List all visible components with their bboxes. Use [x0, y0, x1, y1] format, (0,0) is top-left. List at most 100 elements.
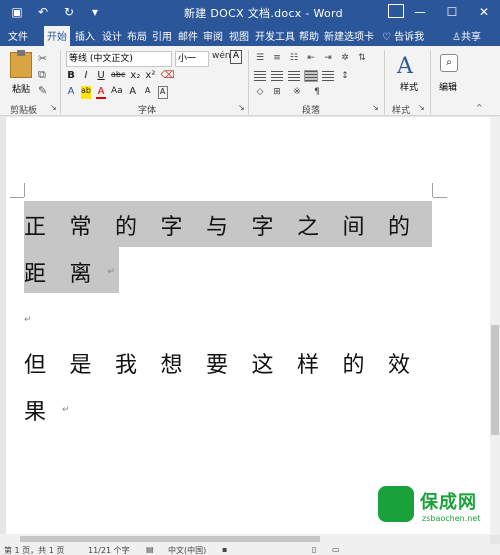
- char: 之: [297, 215, 320, 240]
- increase-indent-icon[interactable]: ⇥: [322, 53, 334, 63]
- text-line-3[interactable]: 但 是 我 想 要 这 样 的 效: [24, 347, 412, 379]
- crop-mark: [433, 197, 447, 198]
- text-line-4[interactable]: 果 ↵: [24, 394, 70, 426]
- styles-button-label[interactable]: 样式: [400, 80, 418, 93]
- tab-layout[interactable]: 布局: [127, 28, 147, 43]
- subscript-button[interactable]: x₂: [130, 70, 140, 81]
- change-case-button[interactable]: Aa: [111, 86, 123, 99]
- font-size-combo[interactable]: 小一: [175, 51, 209, 67]
- text-effects-button[interactable]: A: [66, 86, 76, 99]
- proofing-icon[interactable]: ▤: [146, 545, 154, 554]
- chinese-layout-icon[interactable]: ✲: [339, 53, 351, 63]
- clipboard-group-label: 剪贴板: [10, 106, 38, 116]
- font-launcher-icon[interactable]: ↘: [238, 103, 245, 112]
- enclose-characters-button[interactable]: A: [157, 86, 168, 99]
- shading-icon[interactable]: ◇: [254, 87, 266, 97]
- character-border-icon[interactable]: A: [230, 50, 242, 64]
- sort-icon[interactable]: ⇅: [356, 53, 368, 63]
- tab-insert[interactable]: 插入: [75, 28, 95, 43]
- tab-home[interactable]: 开始: [44, 26, 70, 46]
- customize-qat-button[interactable]: ▾: [88, 4, 102, 20]
- styles-icon[interactable]: A: [397, 54, 413, 79]
- format-painter-icon[interactable]: ✎: [38, 84, 47, 97]
- language-status[interactable]: 中文(中国): [168, 545, 206, 555]
- copy-icon[interactable]: ⧉: [38, 68, 46, 82]
- multilevel-list-icon[interactable]: ☷: [288, 53, 300, 63]
- tab-mailings[interactable]: 邮件: [178, 28, 198, 43]
- bold-button[interactable]: B: [66, 70, 76, 81]
- horizontal-scrollbar[interactable]: [0, 534, 490, 544]
- undo-icon[interactable]: ↶: [36, 4, 50, 20]
- tab-new-tab[interactable]: 新建选项卡: [324, 28, 374, 43]
- editing-button-label[interactable]: 编辑: [439, 80, 457, 93]
- vertical-scrollbar[interactable]: [490, 117, 500, 535]
- shrink-font-button[interactable]: A: [143, 86, 153, 99]
- redo-icon[interactable]: ↻: [62, 4, 76, 20]
- share-button[interactable]: ♙共享: [452, 28, 481, 43]
- document-canvas: 正 常 的 字 与 字 之 间 的 距 离 ↵ ↵ 但 是 我 想 要 这 样 …: [0, 117, 490, 534]
- distributed-icon[interactable]: [322, 71, 334, 81]
- justify-icon[interactable]: [304, 70, 318, 82]
- char: 的: [388, 215, 411, 240]
- numbering-icon[interactable]: ≡: [271, 53, 283, 63]
- window-title: 新建 DOCX 文档.docx - Word: [184, 7, 343, 20]
- strikethrough-button[interactable]: abc: [111, 70, 125, 81]
- paste-icon[interactable]: [10, 50, 32, 78]
- asian-typography-icon[interactable]: ※: [288, 87, 306, 97]
- font-name-combo[interactable]: 等线 (中文正文): [66, 51, 172, 67]
- tab-developer[interactable]: 开发工具: [255, 28, 295, 43]
- tab-file[interactable]: 文件: [8, 28, 28, 43]
- cut-icon[interactable]: ✂: [38, 52, 47, 65]
- page-count-status[interactable]: 第 1 页，共 1 页: [4, 545, 64, 555]
- char: 的: [115, 215, 138, 240]
- text-line-2[interactable]: 距 离 ↵: [24, 256, 115, 288]
- borders-icon[interactable]: ⊞: [271, 87, 283, 97]
- clipboard-launcher-icon[interactable]: ↘: [50, 103, 57, 112]
- align-center-icon[interactable]: [271, 71, 283, 81]
- macro-icon[interactable]: ▪: [222, 545, 227, 554]
- align-left-icon[interactable]: [254, 71, 266, 81]
- word-count-status[interactable]: 11/21 个字: [88, 545, 130, 555]
- save-icon[interactable]: ▣: [10, 4, 24, 20]
- grow-font-button[interactable]: A: [128, 86, 138, 99]
- text-line-1[interactable]: 正 常 的 字 与 字 之 间 的: [24, 209, 412, 241]
- document-page[interactable]: [6, 117, 490, 534]
- line-spacing-icon[interactable]: ↕: [339, 71, 351, 81]
- char: 这: [251, 353, 274, 378]
- phonetic-guide-icon[interactable]: wén: [212, 51, 231, 61]
- superscript-button[interactable]: x²: [145, 70, 155, 81]
- ribbon-display-options-icon[interactable]: [388, 4, 404, 18]
- font-color-button[interactable]: A: [96, 86, 106, 99]
- paste-label[interactable]: 粘贴: [12, 82, 30, 95]
- read-mode-icon[interactable]: ▯: [312, 545, 316, 554]
- vertical-scroll-thumb[interactable]: [491, 325, 499, 435]
- tell-me-search[interactable]: ♡ 告诉我: [382, 28, 424, 43]
- tab-references[interactable]: 引用: [152, 28, 172, 43]
- underline-button[interactable]: U: [96, 70, 106, 81]
- char: 距: [24, 262, 47, 287]
- tab-review[interactable]: 审阅: [203, 28, 223, 43]
- collapse-ribbon-icon[interactable]: ^: [476, 103, 483, 112]
- decrease-indent-icon[interactable]: ⇤: [305, 53, 317, 63]
- paragraph-launcher-icon[interactable]: ↘: [372, 103, 379, 112]
- tab-design[interactable]: 设计: [102, 28, 122, 43]
- print-layout-icon[interactable]: ▭: [332, 545, 340, 554]
- tab-view[interactable]: 视图: [229, 28, 249, 43]
- clear-formatting-icon[interactable]: ⌫: [160, 70, 174, 81]
- magnifier-icon[interactable]: ⌕: [440, 54, 458, 72]
- minimize-icon[interactable]: —: [404, 0, 436, 24]
- divider: [248, 50, 249, 114]
- paragraph-mark: ↵: [62, 405, 70, 415]
- align-right-icon[interactable]: [288, 71, 300, 81]
- styles-launcher-icon[interactable]: ↘: [418, 103, 425, 112]
- highlight-color-button[interactable]: ab: [81, 86, 91, 99]
- italic-button[interactable]: I: [81, 70, 91, 81]
- close-icon[interactable]: ✕: [468, 0, 500, 24]
- char: 间: [342, 215, 365, 240]
- show-marks-icon[interactable]: ¶: [311, 87, 323, 97]
- bullets-icon[interactable]: ☰: [254, 53, 266, 63]
- restore-icon[interactable]: ☐: [436, 0, 468, 24]
- tab-help[interactable]: 帮助: [299, 28, 319, 43]
- char: 但: [24, 353, 47, 378]
- horizontal-scroll-thumb[interactable]: [20, 536, 320, 542]
